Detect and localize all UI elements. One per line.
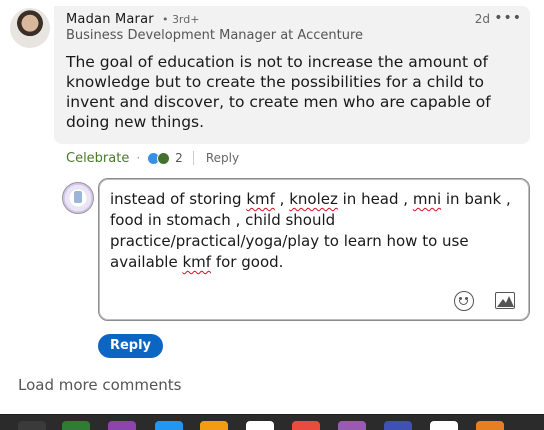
- separator-dot: ·: [136, 151, 141, 165]
- author-name[interactable]: Madan Marar: [66, 12, 154, 27]
- comment-text: The goal of education is not to increase…: [66, 53, 491, 131]
- comment-actions: Celebrate · 2 Reply: [66, 150, 239, 166]
- app-icon-9[interactable]: [384, 421, 412, 430]
- celebrate-icon: [157, 151, 171, 165]
- reply-link[interactable]: Reply: [206, 151, 239, 165]
- my-avatar: [62, 182, 94, 214]
- comment-bubble: Madan Marar • 3rd+ Business Development …: [54, 6, 530, 144]
- image-icon[interactable]: [495, 292, 515, 309]
- reply-input-text[interactable]: instead of storing kmf , knolez in head …: [110, 189, 522, 273]
- misspelled-word: kmf: [246, 190, 275, 208]
- reaction-count: 2: [175, 151, 183, 165]
- app-icon-3[interactable]: [108, 421, 136, 430]
- app-icon-4[interactable]: [155, 421, 183, 430]
- app-icon-11[interactable]: [476, 421, 504, 430]
- load-more-comments-link[interactable]: Load more comments: [18, 376, 181, 394]
- misspelled-word: mni: [412, 190, 442, 208]
- connection-degree: • 3rd+: [161, 13, 200, 26]
- app-icon-8[interactable]: [338, 421, 366, 430]
- misspelled-word: kmf: [182, 253, 212, 271]
- author-avatar[interactable]: [10, 8, 50, 48]
- app-icon-2[interactable]: [62, 421, 90, 430]
- misspelled-word: knolez: [289, 190, 338, 208]
- app-icon-7[interactable]: [292, 421, 320, 430]
- celebrate-button[interactable]: Celebrate: [66, 151, 129, 166]
- taskbar: [0, 414, 544, 430]
- app-icon-10[interactable]: [430, 421, 458, 430]
- reply-submit-button[interactable]: Reply: [98, 334, 163, 358]
- reaction-summary[interactable]: 2: [147, 151, 183, 165]
- app-icon-1[interactable]: [18, 421, 46, 430]
- divider: [192, 151, 194, 165]
- app-icon-6[interactable]: [246, 421, 274, 430]
- app-icon-5[interactable]: [200, 421, 228, 430]
- author-line: Madan Marar • 3rd+: [66, 12, 199, 27]
- author-headline: Business Development Manager at Accentur…: [66, 28, 364, 43]
- ellipsis-icon[interactable]: •••: [494, 10, 522, 26]
- comment-timestamp: 2d: [474, 12, 490, 26]
- emoji-icon[interactable]: [454, 291, 474, 311]
- reply-input[interactable]: instead of storing kmf , knolez in head …: [98, 178, 530, 321]
